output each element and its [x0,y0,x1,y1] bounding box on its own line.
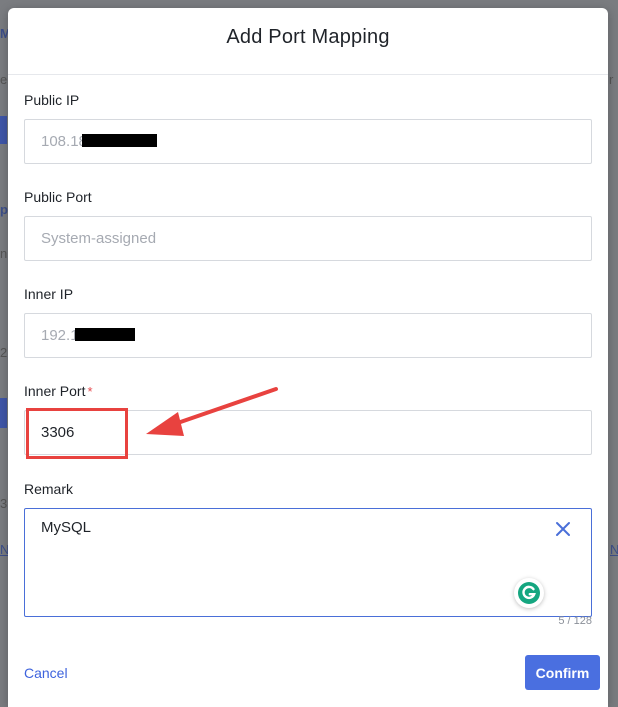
confirm-button[interactable]: Confirm [525,655,600,690]
remark-label: Remark [24,481,74,497]
required-mark: * [87,384,93,399]
background-button [0,398,7,428]
public-port-placeholder: System-assigned [41,230,157,247]
inner-ip-value: 192.1 [41,327,79,344]
public-ip-label: Public IP [24,92,80,108]
public-ip-value: 108.18 [41,133,87,150]
dialog-title: Add Port Mapping [226,26,390,48]
cancel-button[interactable]: Cancel [24,665,68,681]
title-divider [8,74,608,75]
public-ip-field: 108.18 [24,119,592,164]
annotation-highlight-box [26,408,128,459]
grammarly-icon[interactable] [514,578,544,608]
background-fragment: r [609,72,614,87]
background-fragment: n [0,246,8,261]
inner-ip-label: Inner IP [24,286,74,302]
public-port-field[interactable]: System-assigned [24,216,592,261]
background-fragment: N [610,542,618,557]
inner-port-label-text: Inner Port [24,383,86,399]
redaction-bar [82,134,157,147]
inner-ip-field: 192.1 [24,313,592,358]
character-counter: 5 / 128 [558,615,592,627]
redaction-bar [75,328,135,341]
inner-port-label: Inner Port * [24,383,93,399]
background-fragment: p [0,202,8,217]
public-port-label: Public Port [24,189,92,205]
close-icon[interactable] [555,521,571,537]
remark-textarea[interactable]: MySQL [24,508,592,617]
add-port-mapping-dialog: Add Port Mapping Public IP 108.18 Public… [8,8,608,707]
background-fragment: e [0,72,8,87]
remark-value: MySQL [41,519,92,536]
background-button [0,116,7,144]
